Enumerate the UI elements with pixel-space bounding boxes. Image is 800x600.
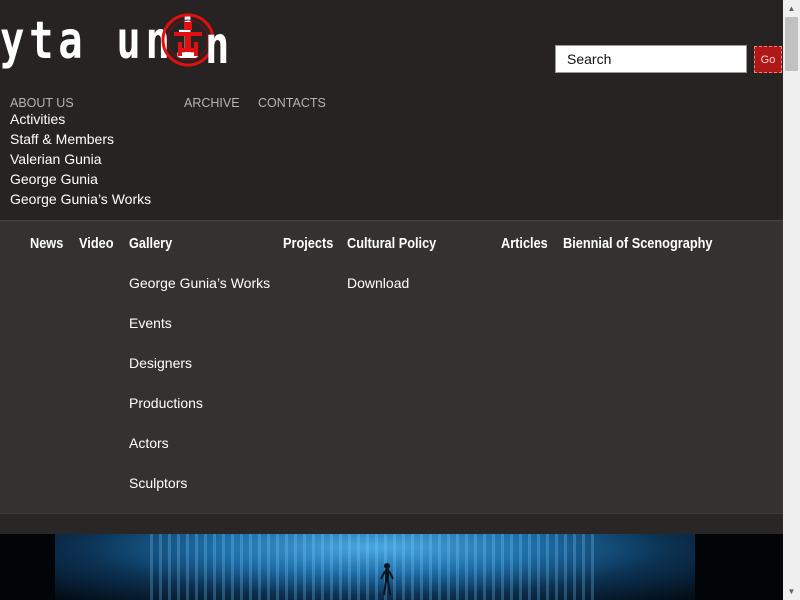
- scroll-down-icon[interactable]: ▼: [783, 583, 800, 600]
- gallery-sub-designers[interactable]: Designers: [129, 355, 192, 371]
- search-input[interactable]: Search: [555, 45, 747, 73]
- gallery-sub-george-gunia-works[interactable]: George Gunia’s Works: [129, 275, 270, 291]
- main-nav-gallery[interactable]: Gallery: [129, 235, 172, 252]
- gallery-sub-actors[interactable]: Actors: [129, 435, 169, 451]
- submenu-item-activities[interactable]: Activities: [10, 112, 151, 132]
- header: yta uni n Search Go ABOUT US ARCHIVE CON…: [0, 0, 783, 220]
- falling-figure-icon: [380, 563, 394, 596]
- cultural-policy-sub-download[interactable]: Download: [347, 275, 409, 291]
- gallery-sub-events[interactable]: Events: [129, 315, 172, 331]
- site-logo[interactable]: yta uni n: [0, 6, 261, 76]
- main-nav: News Video Gallery Projects Cultural Pol…: [0, 220, 783, 514]
- nav-about-us[interactable]: ABOUT US: [10, 96, 74, 110]
- logo-text-tail: n: [205, 16, 230, 76]
- submenu-item-staff-members[interactable]: Staff & Members: [10, 132, 151, 152]
- gallery-sub-productions[interactable]: Productions: [129, 395, 203, 411]
- main-nav-news[interactable]: News: [30, 235, 63, 252]
- about-submenu: Activities Staff & Members Valerian Guni…: [10, 112, 151, 212]
- search-go-button[interactable]: Go: [754, 46, 782, 73]
- main-nav-biennial[interactable]: Biennial of Scenography: [563, 235, 712, 252]
- nav-archive[interactable]: ARCHIVE: [184, 96, 240, 110]
- divider: [0, 513, 783, 534]
- page: yta uni n Search Go ABOUT US ARCHIVE CON…: [0, 0, 783, 600]
- main-nav-projects[interactable]: Projects: [283, 235, 333, 252]
- main-nav-video[interactable]: Video: [79, 235, 113, 252]
- scrollbar-thumb[interactable]: [785, 17, 798, 71]
- vertical-scrollbar[interactable]: ▲ ▼: [783, 0, 800, 600]
- gallery-sub-sculptors[interactable]: Sculptors: [129, 475, 187, 491]
- submenu-item-george-gunia[interactable]: George Gunia: [10, 172, 151, 192]
- main-nav-articles[interactable]: Articles: [501, 235, 548, 252]
- scroll-up-icon[interactable]: ▲: [783, 0, 800, 17]
- hero-banner-image: [0, 534, 783, 600]
- submenu-item-valerian-gunia[interactable]: Valerian Gunia: [10, 152, 151, 172]
- main-nav-cultural-policy[interactable]: Cultural Policy: [347, 235, 436, 252]
- submenu-item-george-gunia-works[interactable]: George Gunia’s Works: [10, 192, 151, 212]
- nav-contacts[interactable]: CONTACTS: [258, 96, 326, 110]
- banner-light-streaks: [150, 534, 595, 600]
